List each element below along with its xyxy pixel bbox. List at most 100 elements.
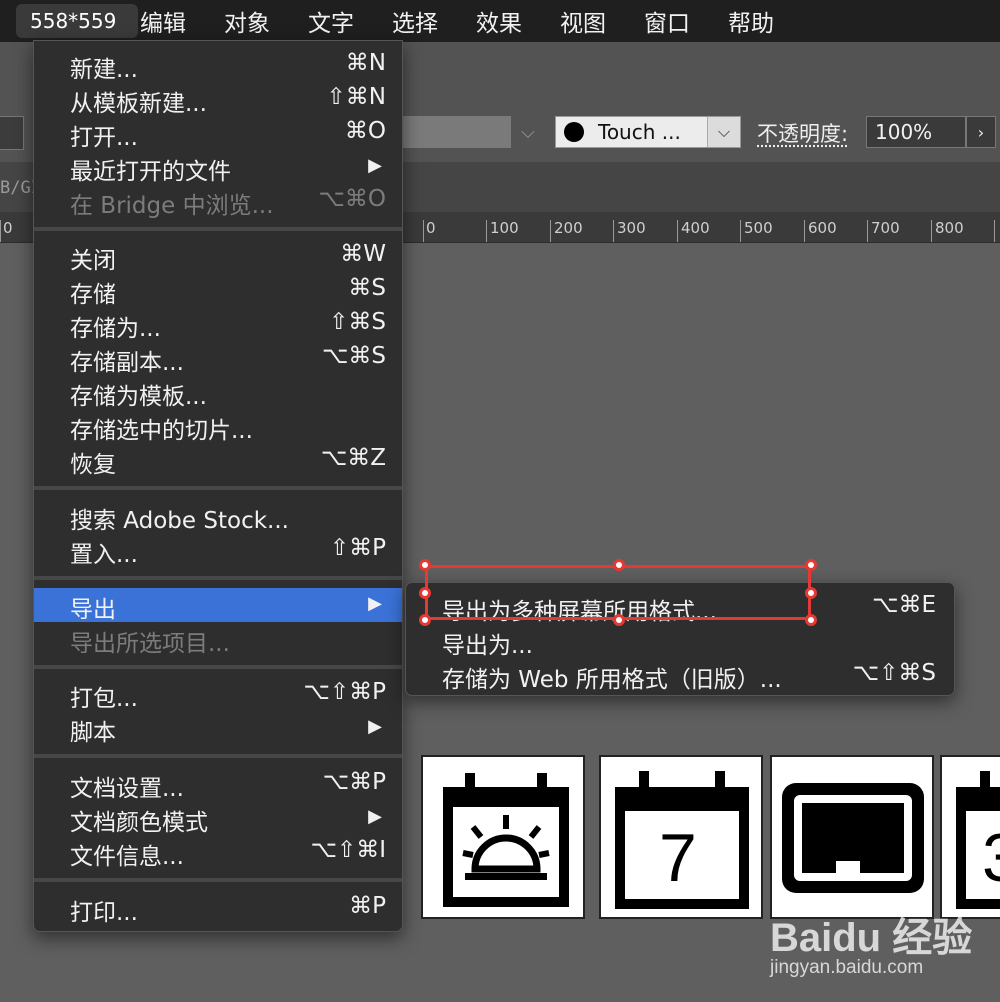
menu-object[interactable]: 对象: [224, 4, 270, 38]
menu-item-shortcut: ⌥⇧⌘P: [303, 679, 386, 705]
menu-item-export-selection: 导出所选项目...: [34, 622, 402, 657]
calendar-day-number: 7: [659, 820, 697, 896]
opacity-input[interactable]: 100%: [866, 116, 966, 148]
menu-item-label: 存储为模板...: [70, 384, 207, 410]
menu-item-save-as[interactable]: 存储为... ⇧⌘S: [34, 307, 402, 342]
menu-item-save[interactable]: 存储 ⌘S: [34, 273, 402, 308]
menu-item-doc-color-mode[interactable]: 文档颜色模式 ▶: [34, 801, 402, 836]
chevron-down-icon[interactable]: ⌵: [707, 117, 740, 147]
calendar-day-card[interactable]: 7: [599, 755, 763, 919]
menu-item-shortcut: ⇧⌘S: [329, 309, 386, 335]
ruler-tick: [486, 220, 487, 242]
menu-item-search-stock[interactable]: 搜索 Adobe Stock...: [34, 499, 402, 534]
ruler-label: 200: [554, 219, 583, 237]
ruler-label: 300: [617, 219, 646, 237]
menu-item-scripts[interactable]: 脚本 ▶: [34, 711, 402, 746]
brush-select[interactable]: Touch ... ⌵: [555, 116, 741, 148]
annotation-highlight-box: [425, 565, 811, 620]
submenu-arrow-icon: ▶: [368, 593, 382, 614]
menu-item-open-recent[interactable]: 最近打开的文件 ▶: [34, 150, 402, 185]
chevron-right-icon[interactable]: ›: [966, 116, 996, 148]
submenu-arrow-icon: ▶: [368, 806, 382, 827]
menu-select[interactable]: 选择: [392, 4, 438, 38]
menu-item-file-info[interactable]: 文件信息... ⌥⇧⌘I: [34, 835, 402, 870]
menu-item-new-from-template[interactable]: 从模板新建... ⇧⌘N: [34, 82, 402, 117]
menu-item-label: 置入...: [70, 542, 138, 568]
chevron-down-icon[interactable]: ⌵: [513, 116, 543, 148]
menu-item-label: 最近打开的文件: [70, 159, 231, 185]
ruler-tick: [423, 220, 424, 242]
menu-help[interactable]: 帮助: [728, 4, 774, 38]
menu-item-label: 存储副本...: [70, 350, 184, 376]
ruler-tick: [677, 220, 678, 242]
menu-item-browse-bridge: 在 Bridge 中浏览... ⌥⌘O: [34, 184, 402, 219]
menu-edit[interactable]: 编辑: [140, 4, 186, 38]
menu-item-label: 打印...: [70, 900, 138, 926]
menu-item-shortcut: ⌘O: [344, 118, 386, 144]
annotation-handle: [613, 559, 625, 571]
menu-item-doc-setup[interactable]: 文档设置... ⌥⌘P: [34, 767, 402, 802]
submenu-arrow-icon: ▶: [368, 155, 382, 176]
menu-window[interactable]: 窗口: [644, 4, 690, 38]
ruler-tick: [740, 220, 741, 242]
annotation-handle: [419, 614, 431, 626]
menu-item-shortcut: ⌥⌘Z: [320, 445, 386, 471]
menu-separator: [34, 754, 402, 758]
menu-view[interactable]: 视图: [560, 4, 606, 38]
menu-item-place[interactable]: 置入... ⇧⌘P: [34, 533, 402, 568]
menu-item-label: 新建...: [70, 57, 138, 83]
menu-item-revert[interactable]: 恢复 ⌥⌘Z: [34, 443, 402, 478]
annotation-handle: [419, 587, 431, 599]
menu-item-save-slices[interactable]: 存储选中的切片...: [34, 409, 402, 444]
menu-item-label: 关闭: [70, 248, 116, 274]
menu-item-shortcut: ⌘N: [345, 50, 386, 76]
submenu-arrow-icon: ▶: [368, 716, 382, 737]
menu-items: 编辑 对象 文字 选择 效果 视图 窗口 帮助: [140, 0, 812, 42]
menu-item-label: 文档设置...: [70, 776, 184, 802]
menu-separator: [34, 878, 402, 882]
ruler-tick: [931, 220, 932, 242]
submenu-item-export-as[interactable]: 导出为...: [406, 624, 954, 659]
baidu-watermark: Baidu 经验 jingyan.baidu.com: [770, 895, 990, 990]
calendar-partial-number: 3: [982, 819, 1000, 897]
menu-item-label: 存储: [70, 282, 116, 308]
annotation-handle: [613, 614, 625, 626]
menu-item-label: 导出: [70, 597, 116, 623]
ruler-label: 800: [935, 219, 964, 237]
menu-item-save-template[interactable]: 存储为模板...: [34, 375, 402, 410]
menu-item-new[interactable]: 新建... ⌘N: [34, 48, 402, 83]
stroke-swatch[interactable]: [403, 116, 511, 148]
menu-type[interactable]: 文字: [308, 4, 354, 38]
opacity-label[interactable]: 不透明度:: [757, 118, 848, 148]
menu-item-label: 在 Bridge 中浏览...: [70, 193, 274, 219]
menu-item-shortcut: ⌥⇧⌘I: [310, 837, 386, 863]
menu-item-print[interactable]: 打印... ⌘P: [34, 891, 402, 926]
menu-item-label: 导出所选项目...: [70, 631, 230, 657]
annotation-handle: [805, 587, 817, 599]
ruler-tick: [0, 220, 1, 242]
submenu-item-save-for-web[interactable]: 存储为 Web 所用格式（旧版）... ⌥⇧⌘S: [406, 658, 954, 693]
left-dropdown[interactable]: [0, 116, 24, 150]
ruler-tick: [613, 220, 614, 242]
annotation-handle: [419, 559, 431, 571]
menu-item-open[interactable]: 打开... ⌘O: [34, 116, 402, 151]
menu-item-label: 导出为...: [442, 633, 533, 659]
menu-item-export[interactable]: 导出 ▶: [34, 588, 402, 623]
menu-item-label: 存储为...: [70, 316, 161, 342]
menu-item-shortcut: ⌘P: [349, 893, 386, 919]
menu-item-label: 文件信息...: [70, 844, 184, 870]
annotation-handle: [805, 614, 817, 626]
ruler-label: 400: [681, 219, 710, 237]
menu-item-package[interactable]: 打包... ⌥⇧⌘P: [34, 677, 402, 712]
menu-item-close[interactable]: 关闭 ⌘W: [34, 239, 402, 274]
menu-effect[interactable]: 效果: [476, 4, 522, 38]
calendar-sunrise-card[interactable]: [421, 755, 585, 919]
menu-item-shortcut: ⌥⌘E: [871, 592, 936, 618]
menu-item-save-copy[interactable]: 存储副本... ⌥⌘S: [34, 341, 402, 376]
menu-item-label: 搜索 Adobe Stock...: [70, 508, 289, 534]
menu-item-label: 脚本: [70, 720, 116, 746]
menu-separator: [34, 227, 402, 231]
ruler-label: 700: [871, 219, 900, 237]
menu-item-label: 存储选中的切片...: [70, 418, 253, 444]
menu-item-shortcut: ⌥⌘P: [322, 769, 386, 795]
